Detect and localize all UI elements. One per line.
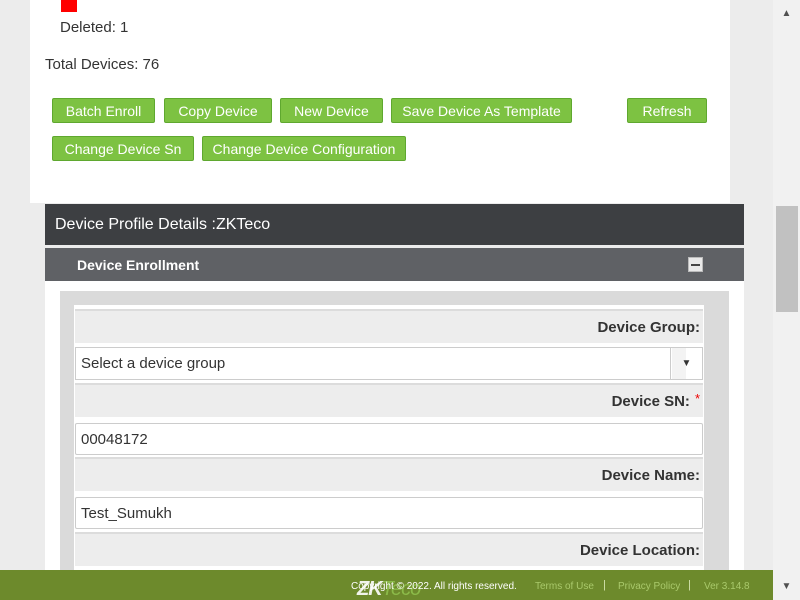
scroll-down-arrow-icon[interactable]: ▼ (773, 573, 800, 600)
device-name-label-row: Device Name: (75, 457, 703, 491)
device-location-label-row: Device Location: (75, 532, 703, 566)
caret-down-icon[interactable]: ▼ (670, 348, 702, 379)
footer-separator: | (688, 579, 691, 591)
device-group-selected-value: Select a device group (81, 355, 226, 372)
copy-device-button[interactable]: Copy Device (164, 98, 272, 123)
change-device-sn-button[interactable]: Change Device Sn (52, 136, 194, 161)
version-text: Ver 3.14.8 (704, 581, 750, 592)
device-sn-label-row: Device SN: * (75, 383, 703, 417)
device-name-label: Device Name: (601, 466, 700, 484)
terms-of-use-link[interactable]: Terms of Use (535, 581, 594, 592)
device-enrollment-section-header[interactable]: Device Enrollment (45, 248, 744, 281)
device-location-label: Device Location: (579, 541, 700, 559)
status-color-marker (61, 0, 77, 12)
device-profile-header: Device Profile Details :ZKTeco (45, 204, 744, 245)
change-device-configuration-button[interactable]: Change Device Configuration (202, 136, 406, 161)
required-asterisk: * (694, 390, 700, 406)
refresh-button[interactable]: Refresh (627, 98, 707, 123)
new-device-button[interactable]: New Device (280, 98, 383, 123)
device-group-label: Device Group: (597, 318, 700, 336)
deleted-count: Deleted: 1 (60, 19, 129, 36)
form-frame-edge (711, 305, 717, 570)
device-group-select[interactable]: Select a device group ▼ (75, 347, 703, 380)
device-enrollment-title: Device Enrollment (77, 256, 200, 273)
total-devices-count: Total Devices: 76 (45, 56, 160, 73)
scrollbar-thumb[interactable] (776, 206, 798, 312)
device-group-label-row: Device Group: (75, 309, 703, 343)
device-sn-label: Device SN: (611, 392, 690, 410)
save-device-as-template-button[interactable]: Save Device As Template (391, 98, 572, 123)
device-sn-input[interactable]: 00048172 (75, 423, 703, 455)
privacy-policy-link[interactable]: Privacy Policy (618, 581, 680, 592)
copyright-text: Copyright © 2022. All rights reserved. (351, 581, 517, 592)
scroll-up-arrow-icon[interactable]: ▲ (773, 0, 800, 27)
device-profile-title: Device Profile Details :ZKTeco (55, 215, 271, 233)
footer-separator: | (603, 579, 606, 591)
device-name-input[interactable]: Test_Sumukh (75, 497, 703, 529)
minus-icon[interactable] (688, 257, 703, 272)
batch-enroll-button[interactable]: Batch Enroll (52, 98, 155, 123)
